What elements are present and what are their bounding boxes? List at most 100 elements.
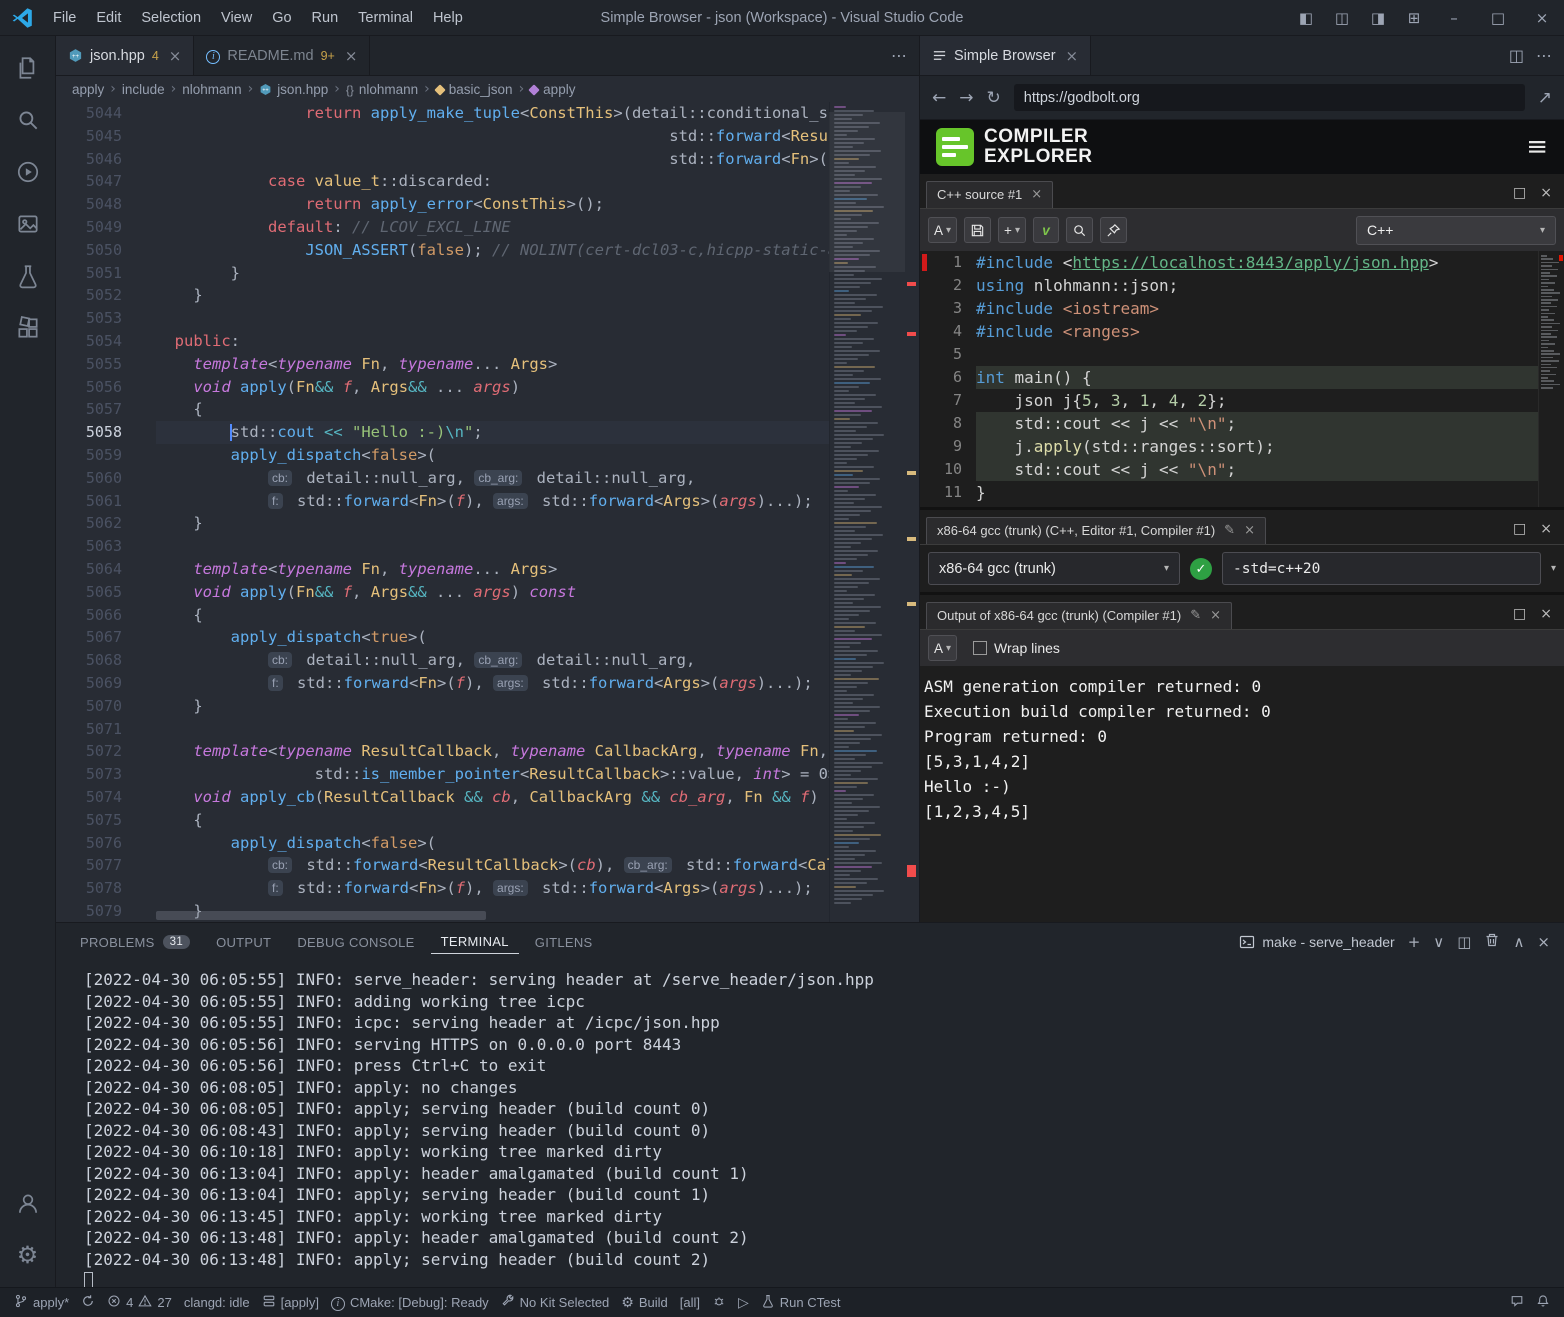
status-cmake-build[interactable]: ⚙Build <box>615 1288 673 1317</box>
panel-tab-gitlens[interactable]: GITLENS <box>525 931 603 954</box>
new-terminal-icon[interactable]: + <box>1408 933 1421 951</box>
compiler-explorer-logo[interactable]: COMPILER EXPLORER <box>936 127 1093 167</box>
maximize-panel-icon[interactable]: ∧ <box>1513 933 1524 951</box>
status-publish[interactable] <box>75 1288 101 1317</box>
overview-ruler[interactable] <box>905 102 919 922</box>
open-external-icon[interactable]: ↗ <box>1538 88 1552 108</box>
close-pane-icon[interactable]: × <box>1540 521 1552 537</box>
status-run-ctest[interactable]: Run CTest <box>755 1288 847 1317</box>
source-pane-tab[interactable]: C++ source #1 × <box>926 181 1053 208</box>
status-cmake-kit[interactable]: No Kit Selected <box>495 1288 616 1317</box>
close-pane-icon[interactable]: × <box>1244 523 1255 538</box>
compiler-pane-tab[interactable]: x86-64 gcc (trunk) (C++, Editor #1, Comp… <box>926 517 1266 544</box>
menu-edit[interactable]: Edit <box>87 7 130 29</box>
horizontal-scrollbar[interactable] <box>156 911 486 920</box>
menu-go[interactable]: Go <box>263 7 300 29</box>
status-feedback[interactable] <box>1504 1288 1530 1317</box>
forward-icon[interactable]: → <box>959 88 973 108</box>
panel-tab-debug-console[interactable]: DEBUG CONSOLE <box>287 931 424 954</box>
maximize-pane-icon[interactable]: □ <box>1513 606 1526 622</box>
status-cmake-target[interactable]: [all] <box>674 1288 706 1317</box>
rename-pane-icon[interactable]: ✎ <box>1190 608 1201 623</box>
toggle-panel-icon[interactable]: ◫ <box>1324 0 1360 35</box>
url-input[interactable]: https://godbolt.org <box>1014 84 1525 111</box>
tab-README.md[interactable]: iREADME.md9+× <box>194 36 370 75</box>
menu-run[interactable]: Run <box>303 7 348 29</box>
status-clangd[interactable]: clangd: idle <box>178 1288 256 1317</box>
split-editor-icon[interactable]: ◫ <box>1509 46 1524 65</box>
editor-code[interactable]: return apply_make_tuple<ConstThis>(detai… <box>156 102 829 922</box>
back-icon[interactable]: ← <box>932 88 946 108</box>
breadcrumb-item-nlohmann[interactable]: nlohmann <box>182 82 241 97</box>
options-dropdown-icon[interactable]: ▾ <box>1551 563 1556 574</box>
accounts-icon[interactable] <box>0 1177 56 1229</box>
breadcrumb-item-include[interactable]: include <box>122 82 165 97</box>
close-button[interactable]: × <box>1520 0 1564 35</box>
panel-tab-problems[interactable]: PROBLEMS31 <box>70 931 200 954</box>
status-cmake-ready[interactable]: iCMake: [Debug]: Ready <box>325 1288 495 1317</box>
ce-code[interactable]: #include <https://localhost:8443/apply/j… <box>976 251 1538 507</box>
vim-mode-button[interactable]: v <box>1033 217 1059 243</box>
manage-gear-icon[interactable]: ⚙ <box>0 1229 56 1281</box>
font-size-button[interactable]: A▾ <box>928 217 957 243</box>
close-pane-icon[interactable]: × <box>1540 185 1552 201</box>
compiler-options-input[interactable]: -std=c++20 <box>1222 552 1541 585</box>
minimap-slider[interactable] <box>829 112 905 272</box>
explorer-icon[interactable] <box>0 42 56 94</box>
language-select[interactable]: C++ ▾ <box>1356 216 1556 245</box>
image-preview-icon[interactable] <box>0 198 56 250</box>
minimize-button[interactable]: – <box>1432 0 1476 35</box>
compiler-select[interactable]: x86-64 gcc (trunk) ▾ <box>928 552 1180 585</box>
maximize-pane-icon[interactable]: □ <box>1513 185 1526 201</box>
reload-icon[interactable]: ↻ <box>987 88 1001 108</box>
hamburger-menu-icon[interactable]: ≡ <box>1526 132 1548 162</box>
ce-editor[interactable]: 1234567891011 #include <https://localhos… <box>920 251 1564 507</box>
close-pane-icon[interactable]: × <box>1540 606 1552 622</box>
toggle-sidebar-icon[interactable]: ◧ <box>1288 0 1324 35</box>
menu-selection[interactable]: Selection <box>132 7 210 29</box>
wrap-lines-checkbox[interactable] <box>973 641 987 655</box>
save-button[interactable] <box>964 217 991 243</box>
font-size-button[interactable]: A▾ <box>928 635 957 661</box>
menu-file[interactable]: File <box>44 7 85 29</box>
menu-terminal[interactable]: Terminal <box>349 7 422 29</box>
search-code-button[interactable] <box>1066 217 1093 243</box>
close-panel-icon[interactable]: × <box>1537 933 1550 951</box>
pin-button[interactable] <box>1100 217 1127 243</box>
maximize-button[interactable]: □ <box>1476 0 1520 35</box>
extensions-icon[interactable] <box>0 302 56 354</box>
close-tab-icon[interactable]: × <box>169 47 182 65</box>
customize-layout-icon[interactable]: ⊞ <box>1396 0 1432 35</box>
close-tab-icon[interactable]: × <box>1066 47 1079 65</box>
status-notifications[interactable] <box>1530 1288 1556 1317</box>
breadcrumb-item-apply[interactable]: apply <box>530 82 575 97</box>
maximize-pane-icon[interactable]: □ <box>1513 521 1526 537</box>
close-pane-icon[interactable]: × <box>1210 608 1221 623</box>
add-pane-button[interactable]: +▾ <box>998 217 1026 243</box>
breadcrumb-item-apply[interactable]: apply <box>72 82 104 97</box>
status-problems[interactable]: 427 <box>101 1288 178 1317</box>
status-git-branch[interactable]: apply* <box>8 1288 75 1317</box>
close-tab-icon[interactable]: × <box>345 47 358 65</box>
terminal-dropdown-icon[interactable]: ∨ <box>1433 933 1444 951</box>
breadcrumb-item-json.hpp[interactable]: ++json.hpp <box>259 82 328 97</box>
more-actions-icon[interactable]: ⋯ <box>891 46 907 65</box>
terminal-output[interactable]: [2022-04-30 06:05:55] INFO: serve_header… <box>56 961 1564 1287</box>
status-cmake-project[interactable]: [apply] <box>256 1288 325 1317</box>
kill-terminal-icon[interactable] <box>1484 932 1500 952</box>
rename-pane-icon[interactable]: ✎ <box>1224 523 1235 538</box>
breadcrumb-item-basic_json[interactable]: basic_json <box>436 82 513 97</box>
wrap-lines-toggle[interactable]: Wrap lines <box>973 640 1060 656</box>
tab-simple-browser[interactable]: Simple Browser × <box>920 36 1091 75</box>
breadcrumb-item-nlohmann[interactable]: {}nlohmann <box>346 82 418 97</box>
terminal-instance[interactable]: make - serve_header <box>1239 934 1394 950</box>
ce-minimap[interactable] <box>1538 251 1564 507</box>
status-cmake-launch[interactable]: ▷ <box>732 1288 755 1317</box>
tab-json.hpp[interactable]: ++json.hpp4× <box>56 36 194 75</box>
run-and-debug-icon[interactable] <box>0 146 56 198</box>
search-icon[interactable] <box>0 94 56 146</box>
menu-view[interactable]: View <box>212 7 261 29</box>
panel-tab-output[interactable]: OUTPUT <box>206 931 281 954</box>
split-terminal-icon[interactable]: ◫ <box>1457 933 1471 951</box>
panel-tab-terminal[interactable]: TERMINAL <box>431 930 519 954</box>
